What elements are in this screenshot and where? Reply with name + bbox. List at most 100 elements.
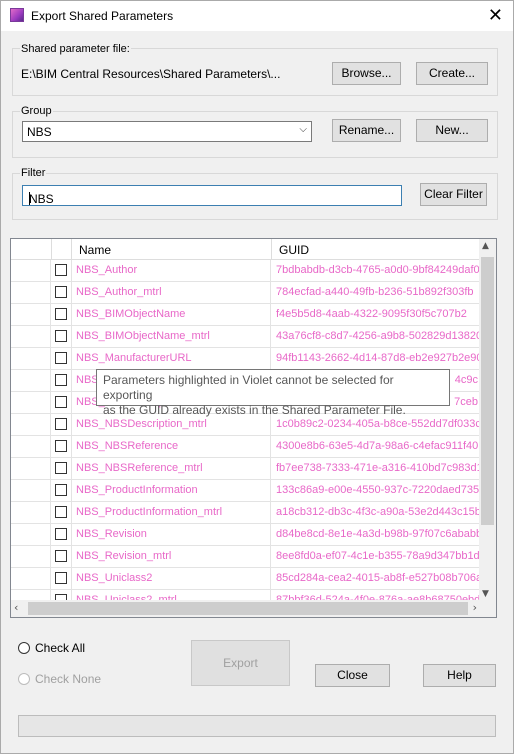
table-row[interactable]: NBS_NBSReference 4300e8b6-63e5-4d7a-98a6-… <box>11 436 480 458</box>
create-button[interactable]: Create... <box>416 62 488 85</box>
row-header[interactable] <box>11 348 51 370</box>
parameter-guid-cell[interactable]: 8ee8fd0a-ef07-4c1e-b355-78a9d347bb1d <box>272 546 484 568</box>
vertical-scroll-thumb[interactable] <box>481 257 494 525</box>
parameter-guid-cell[interactable]: 4300e8b6-63e5-4d7a-98a6-c4efac911f40 <box>272 436 484 458</box>
row-header[interactable] <box>11 480 51 502</box>
row-header[interactable] <box>11 414 51 436</box>
row-header[interactable] <box>11 458 51 480</box>
row-checkbox[interactable] <box>55 352 67 364</box>
row-checkbox[interactable] <box>55 374 67 386</box>
table-row[interactable]: NBS_ProductInformation_mtrl a18cb312-db3c… <box>11 502 481 524</box>
table-row[interactable]: NBS_ManufacturerURL 94fb1143-2662-4d14-87… <box>11 348 483 370</box>
table-body: NBS_Author 7bdbabdb-d3cb-4765-a0d0-9bf842… <box>11 260 484 612</box>
row-header[interactable] <box>11 282 51 304</box>
row-checkbox[interactable] <box>55 286 67 298</box>
vertical-scrollbar[interactable]: ▲ ▼ <box>479 239 496 601</box>
scroll-up-icon[interactable]: ▲ <box>482 241 489 251</box>
scroll-down-icon[interactable]: ▼ <box>482 589 489 599</box>
new-button[interactable]: New... <box>416 119 488 142</box>
row-header[interactable] <box>11 436 51 458</box>
scroll-right-icon[interactable]: › <box>473 601 477 614</box>
parameter-name-cell[interactable]: NBS_BIMObjectName <box>71 304 271 326</box>
parameter-name-cell[interactable]: NBS_Uniclass2 <box>71 568 271 590</box>
column-header-guid[interactable]: GUID <box>279 243 309 257</box>
horizontal-scroll-thumb[interactable] <box>28 602 468 615</box>
rename-button[interactable]: Rename... <box>332 119 401 142</box>
shared-file-path: E:\BIM Central Resources\Shared Paramete… <box>21 67 281 81</box>
scroll-left-icon[interactable]: ‹ <box>14 601 18 614</box>
tooltip-line-2: as the GUID already exists in the Shared… <box>103 403 406 417</box>
row-header[interactable] <box>11 304 51 326</box>
parameter-name-cell[interactable]: NBS_ManufacturerURL <box>71 348 271 370</box>
table-row[interactable]: NBS_ProductInformation 133c86a9-e00e-4550… <box>11 480 484 502</box>
parameter-name-cell[interactable]: NBS_ProductInformation_mtrl <box>71 502 271 524</box>
row-checkbox[interactable] <box>55 506 67 518</box>
parameter-guid-cell[interactable]: 94fb1143-2662-4d14-87d8-eb2e927b2e90 <box>272 348 484 370</box>
table-row[interactable]: NBS_BIMObjectName_mtrl 43a76cf8-c8d7-4256… <box>11 326 482 348</box>
row-checkbox[interactable] <box>55 528 67 540</box>
parameter-table[interactable]: Name GUID NBS_Author 7bdbabdb-d3cb-4765-a… <box>10 238 497 618</box>
check-all-radio[interactable] <box>18 642 30 654</box>
row-checkbox[interactable] <box>55 418 67 430</box>
filter-input-value: NBS <box>29 192 54 206</box>
row-checkbox[interactable] <box>55 572 67 584</box>
app-icon <box>10 8 24 22</box>
row-checkbox[interactable] <box>55 462 67 474</box>
row-header[interactable] <box>11 326 51 348</box>
table-row[interactable]: NBS_Revision_mtrl 8ee8fd0a-ef07-4c1e-b355… <box>11 546 480 568</box>
parameter-guid-cell[interactable]: 43a76cf8-c8d7-4256-a9b8-502829d13820 <box>272 326 484 348</box>
row-header[interactable] <box>11 568 51 590</box>
parameter-guid-cell[interactable]: 7bdbabdb-d3cb-4765-a0d0-9bf84249daf0 <box>272 260 484 282</box>
table-row[interactable]: NBS_BIMObjectName f4e5b5d8-4aab-4322-9095… <box>11 304 480 326</box>
export-button: Export <box>191 640 290 686</box>
parameter-guid-cell[interactable]: 784ecfad-a440-49fb-b236-51b892f303fb <box>272 282 484 304</box>
row-header[interactable] <box>11 502 51 524</box>
title-bar: Export Shared Parameters ✕ <box>1 1 513 31</box>
parameter-name-cell[interactable]: NBS_BIMObjectName_mtrl <box>71 326 271 348</box>
parameter-name-cell[interactable]: NBS_NBSReference <box>71 436 271 458</box>
parameter-guid-cell[interactable]: d84be8cd-8e1e-4a3d-b98b-97f07c6ababb <box>272 524 484 546</box>
row-checkbox[interactable] <box>55 396 67 408</box>
parameter-guid-cell[interactable]: 85cd284a-cea2-4015-ab8f-e527b08b706a <box>272 568 484 590</box>
header-checkbox-cell <box>51 239 72 259</box>
row-header[interactable] <box>11 260 51 282</box>
table-row[interactable]: NBS_NBSReference_mtrl fb7ee738-7333-471e-… <box>11 458 483 480</box>
row-checkbox[interactable] <box>55 484 67 496</box>
table-row[interactable]: NBS_Uniclass2 85cd284a-cea2-4015-ab8f-e52… <box>11 568 482 590</box>
row-header[interactable] <box>11 392 51 414</box>
parameter-name-cell[interactable]: NBS_ProductInformation <box>71 480 271 502</box>
parameter-name-cell[interactable]: NBS_Revision_mtrl <box>71 546 271 568</box>
parameter-guid-cell[interactable]: a18cb312-db3c-4f3c-a90a-53e2d443c15b <box>272 502 484 524</box>
row-checkbox[interactable] <box>55 330 67 342</box>
table-row[interactable]: NBS_Author 7bdbabdb-d3cb-4765-a0d0-9bf842… <box>11 260 480 282</box>
dialog-window: Export Shared Parameters ✕ Shared parame… <box>0 0 514 754</box>
parameter-name-cell[interactable]: NBS_NBSReference_mtrl <box>71 458 271 480</box>
progress-bar <box>18 715 496 737</box>
parameter-name-cell[interactable]: NBS_Author_mtrl <box>71 282 271 304</box>
close-icon[interactable]: ✕ <box>488 5 503 26</box>
row-header[interactable] <box>11 370 51 392</box>
close-button[interactable]: Close <box>315 664 390 687</box>
help-button[interactable]: Help <box>423 664 496 687</box>
check-all-label[interactable]: Check All <box>35 641 85 655</box>
row-header[interactable] <box>11 524 51 546</box>
row-checkbox[interactable] <box>55 440 67 452</box>
browse-button[interactable]: Browse... <box>332 62 401 85</box>
row-checkbox[interactable] <box>55 264 67 276</box>
row-header[interactable] <box>11 546 51 568</box>
clear-filter-button[interactable]: Clear Filter <box>420 183 487 206</box>
row-checkbox[interactable] <box>55 550 67 562</box>
parameter-name-cell[interactable]: NBS_Author <box>71 260 271 282</box>
parameter-guid-cell[interactable]: 133c86a9-e00e-4550-937c-7220daed735b <box>272 480 484 502</box>
row-checkbox[interactable] <box>55 308 67 320</box>
table-row[interactable]: NBS_Revision d84be8cd-8e1e-4a3d-b98b-97f0… <box>11 524 482 546</box>
parameter-guid-cell[interactable]: fb7ee738-7333-471e-a316-410bd7c983d1 <box>272 458 484 480</box>
horizontal-scrollbar[interactable]: ‹ › <box>11 600 480 617</box>
table-row[interactable]: NBS_Author_mtrl 784ecfad-a440-49fb-b236-5… <box>11 282 480 304</box>
group-select[interactable]: NBS ⌵ <box>22 121 312 142</box>
parameter-guid-cell[interactable]: f4e5b5d8-4aab-4322-9095f30f5c707b2 <box>272 304 484 326</box>
filter-input[interactable]: NBS <box>22 185 402 206</box>
column-header-name[interactable]: Name <box>79 243 111 257</box>
parameter-name-cell[interactable]: NBS_Revision <box>71 524 271 546</box>
column-divider[interactable] <box>271 239 272 259</box>
